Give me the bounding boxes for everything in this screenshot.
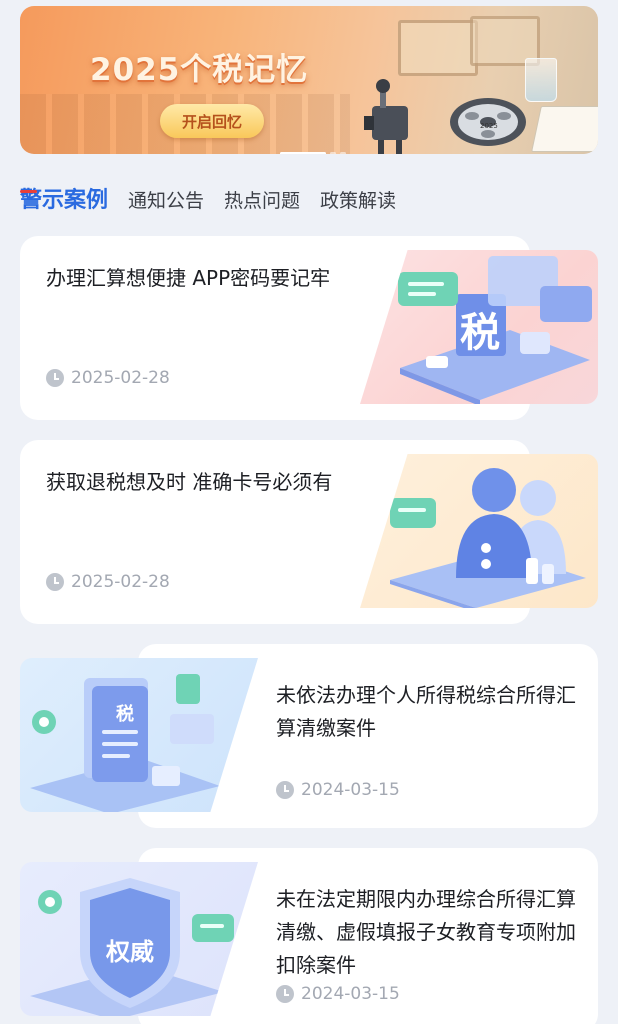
promo-banner[interactable]: 2025个税记忆 开启回忆 2025 <box>20 6 598 154</box>
photo-frame-decoration <box>398 20 478 76</box>
tax-doc-char: 税 <box>116 703 134 725</box>
article-card[interactable]: 税 未依法办理个人所得税综合所得汇算清缴案件 2024-03-15 <box>20 644 598 828</box>
article-title: 未在法定期限内办理综合所得汇算清缴、虚假填报子女教育专项附加扣除案件 <box>276 887 576 977</box>
shield-char: 权威 <box>105 938 154 966</box>
article-date: 2024-03-15 <box>276 780 400 800</box>
tab-hot-questions[interactable]: 热点问题 <box>224 184 300 218</box>
article-date-text: 2025-02-28 <box>71 368 170 388</box>
article-date-text: 2024-03-15 <box>301 984 400 1004</box>
clock-icon <box>276 985 294 1003</box>
carousel-indicator <box>280 152 346 154</box>
open-memory-button[interactable]: 开启回忆 <box>160 104 264 138</box>
article-date: 2025-02-28 <box>46 572 170 592</box>
article-card[interactable]: 获取退税想及时 准确卡号必须有 2025-02-28 <box>20 440 598 624</box>
article-title: 未依法办理个人所得税综合所得汇算清缴案件 <box>276 683 576 740</box>
article-title: 获取退税想及时 准确卡号必须有 <box>46 470 333 494</box>
category-tabs: 警示案例 通知公告 热点问题 政策解读 <box>20 182 416 218</box>
clock-icon <box>46 369 64 387</box>
article-card[interactable]: 税 办理汇算想便捷 APP密码要记牢 2025-02-28 <box>20 236 598 420</box>
article-date: 2025-02-28 <box>46 368 170 388</box>
carousel-dot <box>340 152 346 154</box>
tab-policy-interpretation[interactable]: 政策解读 <box>320 184 396 218</box>
tax-char: 税 <box>460 310 500 356</box>
banner-title: 2025个税记忆 <box>90 52 309 88</box>
water-glass-icon <box>525 58 557 102</box>
article-date-text: 2025-02-28 <box>71 572 170 592</box>
reel-label: 2025 <box>480 122 498 130</box>
clock-icon <box>46 573 64 591</box>
clock-icon <box>276 781 294 799</box>
carousel-dot <box>280 152 326 154</box>
article-title: 办理汇算想便捷 APP密码要记牢 <box>46 266 331 290</box>
article-date: 2024-03-15 <box>276 984 400 1004</box>
film-reel-icon: 2025 <box>450 98 526 146</box>
article-card[interactable]: 权威 未在法定期限内办理综合所得汇算清缴、虚假填报子女教育专项附加扣除案件 20… <box>20 848 598 1024</box>
tab-notices[interactable]: 通知公告 <box>128 184 204 218</box>
carousel-dot <box>330 152 336 154</box>
projector-icon <box>364 79 408 154</box>
article-date-text: 2024-03-15 <box>301 780 400 800</box>
tab-warning-cases[interactable]: 警示案例 <box>20 184 108 218</box>
notebook-icon <box>531 106 598 152</box>
